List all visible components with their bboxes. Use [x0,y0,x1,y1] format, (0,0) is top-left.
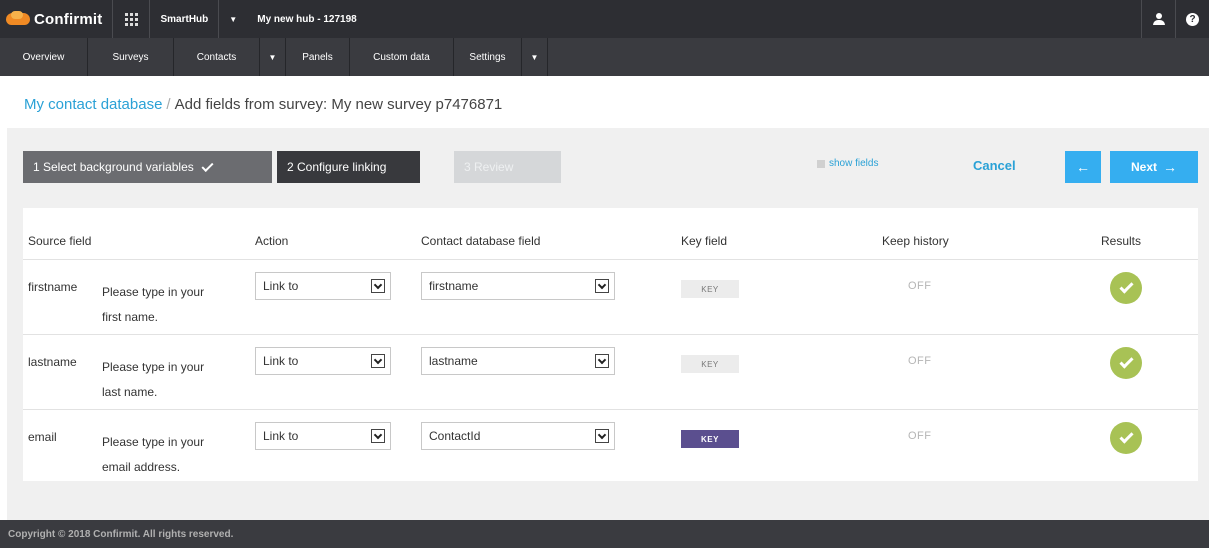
show-fields-checkbox[interactable] [817,159,825,168]
nav-panels[interactable]: Panels [286,38,350,76]
action-select[interactable]: Link to [255,347,391,375]
chevron-down-icon [595,429,609,443]
table-row: email Please type in your email address.… [23,409,1198,484]
help-button[interactable]: ? [1175,0,1209,38]
main-nav: Overview Surveys Contacts ▼ Panels Custo… [0,38,1209,76]
arrow-right-icon: → [1163,159,1177,175]
header-results: Results [1101,234,1142,248]
step-configure-linking[interactable]: 2 Configure linking [277,151,420,183]
confirmit-logo[interactable]: Confirmit [0,0,112,38]
step-review: 3 Review [454,151,561,183]
arrow-left-icon: ← [1076,159,1090,175]
next-label: Next [1130,160,1157,174]
copyright-text: Copyright © 2018 Confirmit. All rights r… [8,528,234,540]
breadcrumb-current: Add fields from survey: My new survey p7… [174,96,503,113]
nav-surveys[interactable]: Surveys [88,38,174,76]
chevron-down-icon [371,429,385,443]
app-launcher-button[interactable] [113,0,149,38]
show-fields-label: show fields [829,158,879,169]
header-keep-history: Keep history [882,234,949,248]
source-field-description: Please type in your email address. [102,435,205,474]
contact-field-select[interactable]: ContactId [421,422,615,450]
linking-table: Source field Action Contact database fie… [23,208,1198,481]
checkmark-icon [201,159,214,172]
key-toggle[interactable]: KEY [681,355,739,373]
nav-settings[interactable]: Settings [454,38,522,76]
table-row: firstname Please type in your first name… [23,259,1198,334]
step3-label: 3 Review [464,160,514,174]
keep-history-toggle[interactable]: OFF [908,430,932,442]
header-source-field: Source field [28,234,92,248]
action-select[interactable]: Link to [255,272,391,300]
hub-dropdown-icon[interactable]: ▼ [219,0,247,38]
contact-field-select[interactable]: lastname [421,347,615,375]
top-bar: Confirmit SmartHub ▼ My new hub - 127198… [0,0,1209,38]
wizard-panel: 1 Select background variables 2 Configur… [7,128,1209,520]
step2-label: 2 Configure linking [287,160,387,174]
contacts-dropdown-icon[interactable]: ▼ [260,38,286,76]
keep-history-toggle[interactable]: OFF [908,280,932,292]
header-key-field: Key field [681,234,728,248]
breadcrumb-contact-database-link[interactable]: My contact database [24,96,162,113]
step-select-background-variables[interactable]: 1 Select background variables [23,151,272,183]
chevron-down-icon [371,279,385,293]
breadcrumb: My contact database / Add fields from surv… [24,96,502,113]
chevron-down-icon [595,279,609,293]
logo-text: Confirmit [34,10,103,28]
source-field-name: lastname [28,355,77,369]
nav-custom-data[interactable]: Custom data [350,38,454,76]
source-field-description: Please type in your first name. [102,285,205,324]
help-icon: ? [1186,12,1199,26]
cancel-button[interactable]: Cancel [973,158,1016,173]
breadcrumb-separator: / [166,96,171,113]
footer: Copyright © 2018 Confirmit. All rights r… [0,520,1209,548]
header-action: Action [255,234,289,248]
table-row: lastname Please type in your last name. … [23,334,1198,409]
user-button[interactable] [1141,0,1175,38]
header-contact-database-field: Contact database field [421,234,541,248]
source-field-name: firstname [28,280,78,294]
contact-field-select[interactable]: firstname [421,272,615,300]
success-check-icon [1110,422,1142,454]
key-toggle[interactable]: KEY [681,430,739,448]
success-check-icon [1110,272,1142,304]
next-button[interactable]: Next → [1110,151,1198,183]
confirmit-logo-icon [6,11,30,27]
hub-name[interactable]: My new hub - 127198 [247,0,366,38]
keep-history-toggle[interactable]: OFF [908,355,932,367]
smarthub-menu[interactable]: SmartHub [150,0,218,38]
key-toggle[interactable]: KEY [681,280,739,298]
show-fields-toggle[interactable]: show fields [817,158,878,169]
success-check-icon [1110,347,1142,379]
chevron-down-icon [595,354,609,368]
nav-overview[interactable]: Overview [0,38,88,76]
chevron-down-icon [371,354,385,368]
previous-button[interactable]: ← [1065,151,1101,183]
user-icon [1152,13,1165,25]
action-select[interactable]: Link to [255,422,391,450]
source-field-name: email [28,430,57,444]
grid-icon [124,12,138,26]
source-field-description: Please type in your last name. [102,360,205,399]
step1-label: 1 Select background variables [33,160,194,174]
nav-contacts[interactable]: Contacts [174,38,260,76]
settings-dropdown-icon[interactable]: ▼ [522,38,548,76]
